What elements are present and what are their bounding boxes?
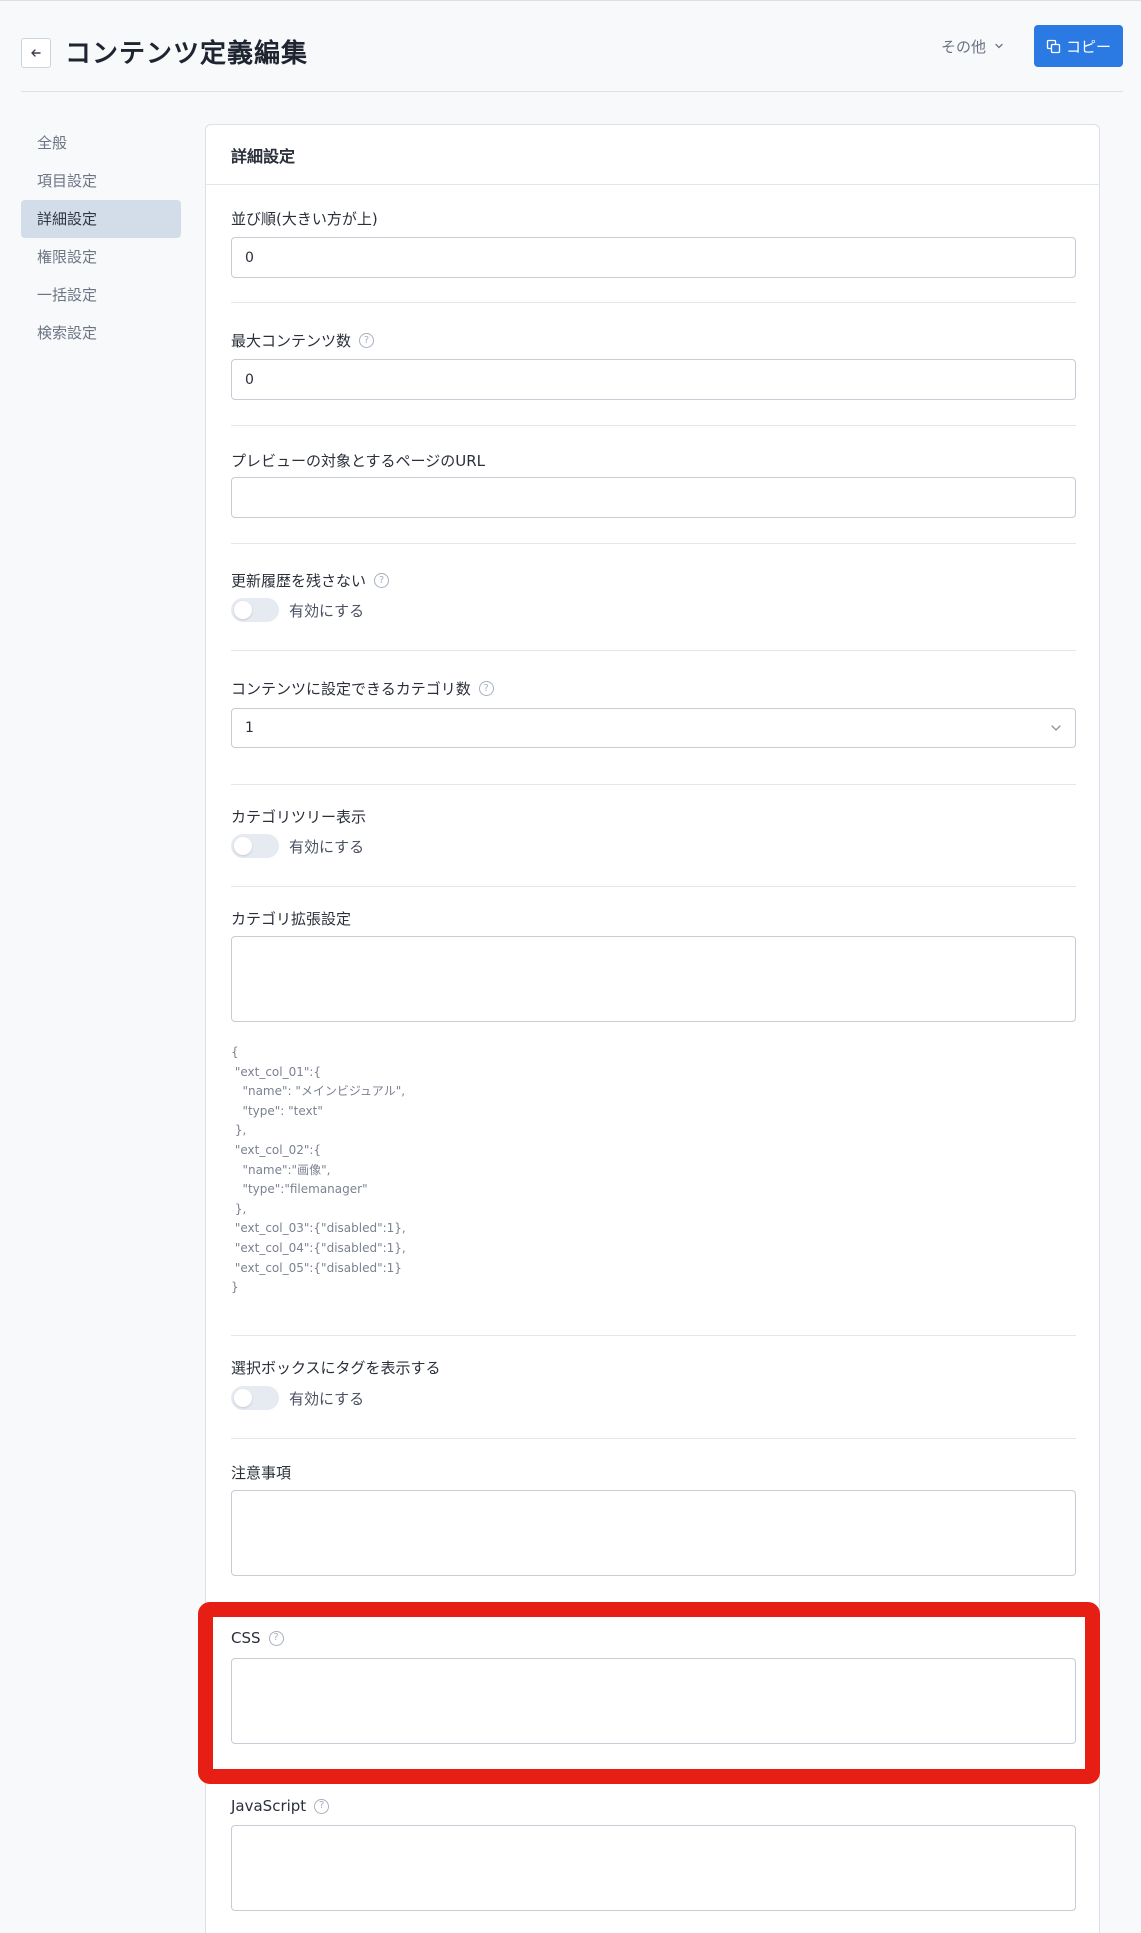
notes-label: 注意事項 xyxy=(231,1462,291,1483)
divider xyxy=(231,784,1076,785)
max-contents-label-text: 最大コンテンツ数 xyxy=(231,332,352,350)
sidebar-item-details[interactable]: 詳細設定 xyxy=(21,200,181,238)
select-tags-toggle-label: 有効にする xyxy=(289,1389,365,1408)
javascript-label-text: JavaScript xyxy=(231,1797,307,1815)
sidebar-item-permissions[interactable]: 権限設定 xyxy=(21,238,181,276)
divider xyxy=(231,886,1076,887)
copy-icon xyxy=(1046,39,1061,53)
no-history-label: 更新履歴を残さない ? xyxy=(231,570,390,591)
select-tags-toggle-row: 有効にする xyxy=(231,1386,364,1410)
category-ext-label-text: カテゴリ拡張設定 xyxy=(231,910,352,928)
page-header: コンテンツ定義編集 その他 コピー xyxy=(0,0,1141,92)
divider xyxy=(231,1438,1076,1439)
arrow-left-icon xyxy=(31,49,41,57)
help-icon[interactable]: ? xyxy=(374,573,390,588)
toggle-knob xyxy=(234,601,252,619)
notes-label-text: 注意事項 xyxy=(231,1464,292,1482)
divider xyxy=(231,1335,1076,1336)
javascript-textarea[interactable] xyxy=(231,1825,1076,1911)
divider xyxy=(231,302,1076,303)
help-icon[interactable]: ? xyxy=(268,1630,284,1646)
select-tags-toggle[interactable] xyxy=(231,1386,279,1410)
chevron-down-icon xyxy=(995,43,1003,49)
category-tree-label-text: カテゴリツリー表示 xyxy=(231,808,367,826)
category-tree-toggle-label: 有効にする xyxy=(289,837,365,856)
category-count-value: 1 xyxy=(245,720,254,736)
sidebar-nav: 全般 項目設定 詳細設定 権限設定 一括設定 検索設定 xyxy=(21,124,181,352)
css-label-text: CSS xyxy=(231,1629,261,1647)
category-ext-textarea[interactable] xyxy=(231,936,1076,1022)
card-title: 詳細設定 xyxy=(206,125,1099,185)
divider xyxy=(231,543,1076,544)
notes-textarea[interactable] xyxy=(231,1490,1076,1576)
category-ext-sample: { "ext_col_01":{ "name": "メインビジュアル", "ty… xyxy=(231,1045,406,1295)
no-history-toggle-label: 有効にする xyxy=(289,601,365,620)
category-count-label: コンテンツに設定できるカテゴリ数 ? xyxy=(231,678,494,699)
max-contents-input[interactable]: 0 xyxy=(231,359,1076,400)
preview-url-label-text: プレビューの対象とするページのURL xyxy=(231,452,486,470)
javascript-label: JavaScript ? xyxy=(231,1797,330,1815)
divider xyxy=(231,650,1076,651)
help-icon[interactable]: ? xyxy=(314,1798,330,1814)
other-menu-label: その他 xyxy=(941,37,987,56)
sidebar-item-fields[interactable]: 項目設定 xyxy=(21,162,181,200)
no-history-toggle-row: 有効にする xyxy=(231,598,364,622)
sidebar-item-bulk[interactable]: 一括設定 xyxy=(21,276,181,314)
page-title: コンテンツ定義編集 xyxy=(65,39,309,69)
sort-order-input[interactable]: 0 xyxy=(231,237,1076,278)
toggle-knob xyxy=(234,837,252,855)
sort-order-label: 並び順(大きい方が上) xyxy=(231,208,378,229)
category-tree-toggle-row: 有効にする xyxy=(231,834,364,858)
category-tree-label: カテゴリツリー表示 xyxy=(231,806,366,827)
category-tree-toggle[interactable] xyxy=(231,834,279,858)
no-history-label-text: 更新履歴を残さない xyxy=(231,572,367,590)
header-divider xyxy=(21,91,1123,92)
back-button[interactable] xyxy=(21,38,51,68)
css-label: CSS ? xyxy=(231,1629,284,1647)
sidebar-item-general[interactable]: 全般 xyxy=(21,124,181,162)
preview-url-input[interactable] xyxy=(231,477,1076,518)
max-contents-label: 最大コンテンツ数 ? xyxy=(231,330,375,351)
help-icon[interactable]: ? xyxy=(478,681,494,696)
select-tags-label: 選択ボックスにタグを表示する xyxy=(231,1357,441,1378)
sort-order-label-text: 並び順(大きい方が上) xyxy=(231,210,378,228)
category-count-select[interactable]: 1 xyxy=(231,708,1076,748)
no-history-toggle[interactable] xyxy=(231,598,279,622)
other-menu-button[interactable]: その他 xyxy=(941,35,1004,57)
copy-button-label: コピー xyxy=(1065,37,1111,56)
help-icon[interactable]: ? xyxy=(359,333,375,348)
detail-settings-card: 詳細設定 並び順(大きい方が上) 0 最大コンテンツ数 ? 0 プレビューの対象… xyxy=(205,124,1100,1933)
css-textarea[interactable] xyxy=(231,1658,1076,1744)
chevron-down-icon xyxy=(1051,725,1061,731)
category-ext-label: カテゴリ拡張設定 xyxy=(231,908,351,929)
sidebar-item-search[interactable]: 検索設定 xyxy=(21,314,181,352)
toggle-knob xyxy=(234,1389,252,1407)
category-count-label-text: コンテンツに設定できるカテゴリ数 xyxy=(231,680,471,698)
divider xyxy=(231,425,1076,426)
copy-button[interactable]: コピー xyxy=(1034,25,1123,67)
preview-url-label: プレビューの対象とするページのURL xyxy=(231,450,485,471)
select-tags-label-text: 選択ボックスにタグを表示する xyxy=(231,1359,441,1377)
